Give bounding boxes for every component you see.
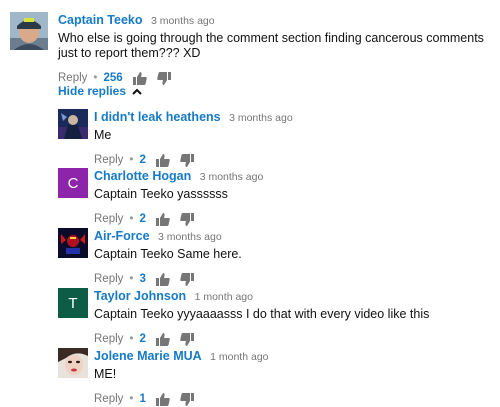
comment-text: ME! xyxy=(94,367,117,381)
thumbs-down-icon[interactable] xyxy=(180,272,194,286)
reply-comment: Jolene Marie MUA 1 month ago ME! Reply •… xyxy=(58,348,269,407)
comment-timestamp[interactable]: 3 months ago xyxy=(158,231,222,243)
reply-button[interactable]: Reply xyxy=(94,333,123,345)
reply-comment: I didn't leak heathens 3 months ago Me R… xyxy=(58,109,293,168)
avatar[interactable]: C xyxy=(58,168,88,198)
separator-dot: • xyxy=(129,213,134,225)
thumbs-down-icon[interactable] xyxy=(180,153,194,167)
comment-top: Captain Teeko 3 months ago Who else is g… xyxy=(10,12,488,86)
reply-button[interactable]: Reply xyxy=(94,393,123,405)
comment-timestamp[interactable]: 3 months ago xyxy=(151,15,215,27)
comment-author[interactable]: Captain Teeko xyxy=(58,13,143,27)
like-count: 2 xyxy=(139,213,146,225)
thumbs-down-icon[interactable] xyxy=(180,332,194,346)
separator-dot: • xyxy=(93,72,98,84)
avatar[interactable] xyxy=(58,348,88,378)
avatar[interactable] xyxy=(10,12,48,50)
like-count: 2 xyxy=(139,154,146,166)
avatar[interactable]: T xyxy=(58,288,88,318)
reply-button[interactable]: Reply xyxy=(94,213,123,225)
thumbs-down-icon[interactable] xyxy=(180,212,194,226)
thumbs-up-icon[interactable] xyxy=(155,153,170,167)
comment-author[interactable]: Charlotte Hogan xyxy=(94,169,191,183)
comment-author[interactable]: Jolene Marie MUA xyxy=(94,349,202,363)
hide-replies-button[interactable]: Hide replies xyxy=(58,84,142,98)
reply-button[interactable]: Reply xyxy=(94,273,123,285)
comment-text: Me xyxy=(94,128,112,142)
comment-text: Captain Teeko yyyaaaasss I do that with … xyxy=(94,307,430,321)
comment-timestamp[interactable]: 1 month ago xyxy=(195,291,253,303)
comment-author[interactable]: Taylor Johnson xyxy=(94,289,186,303)
separator-dot: • xyxy=(129,333,134,345)
like-count: 3 xyxy=(139,273,146,285)
comment-timestamp[interactable]: 1 month ago xyxy=(210,351,268,363)
thumbs-up-icon[interactable] xyxy=(155,392,170,406)
avatar[interactable] xyxy=(58,228,88,258)
comment-timestamp[interactable]: 3 months ago xyxy=(200,171,264,183)
comment-author[interactable]: I didn't leak heathens xyxy=(94,110,221,124)
reply-comment: C Charlotte Hogan 3 months ago Captain T… xyxy=(58,168,263,227)
separator-dot: • xyxy=(129,393,134,405)
chevron-up-icon xyxy=(132,88,142,95)
comment-text: Captain Teeko yassssss xyxy=(94,187,228,201)
separator-dot: • xyxy=(129,154,134,166)
like-count: 2 xyxy=(139,333,146,345)
thumbs-up-icon[interactable] xyxy=(155,272,170,286)
comment-author[interactable]: Air-Force xyxy=(94,229,150,243)
avatar[interactable] xyxy=(58,109,88,139)
like-count: 1 xyxy=(139,393,146,405)
thumbs-down-icon[interactable] xyxy=(156,71,171,85)
thumbs-up-icon[interactable] xyxy=(132,71,147,85)
comment-timestamp[interactable]: 3 months ago xyxy=(229,112,293,124)
reply-comment: T Taylor Johnson 1 month ago Captain Tee… xyxy=(58,288,429,347)
comment-text: Who else is going through the comment se… xyxy=(58,31,484,60)
thumbs-up-icon[interactable] xyxy=(155,332,170,346)
thumbs-up-icon[interactable] xyxy=(155,212,170,226)
reply-button[interactable]: Reply xyxy=(94,154,123,166)
thumbs-down-icon[interactable] xyxy=(180,392,194,406)
reply-button[interactable]: Reply xyxy=(58,72,87,84)
separator-dot: • xyxy=(129,273,134,285)
reply-comment: Air-Force 3 months ago Captain Teeko Sam… xyxy=(58,228,242,287)
hide-replies-label: Hide replies xyxy=(58,84,127,98)
like-count: 256 xyxy=(103,72,123,84)
comment-text: Captain Teeko Same here. xyxy=(94,247,242,261)
